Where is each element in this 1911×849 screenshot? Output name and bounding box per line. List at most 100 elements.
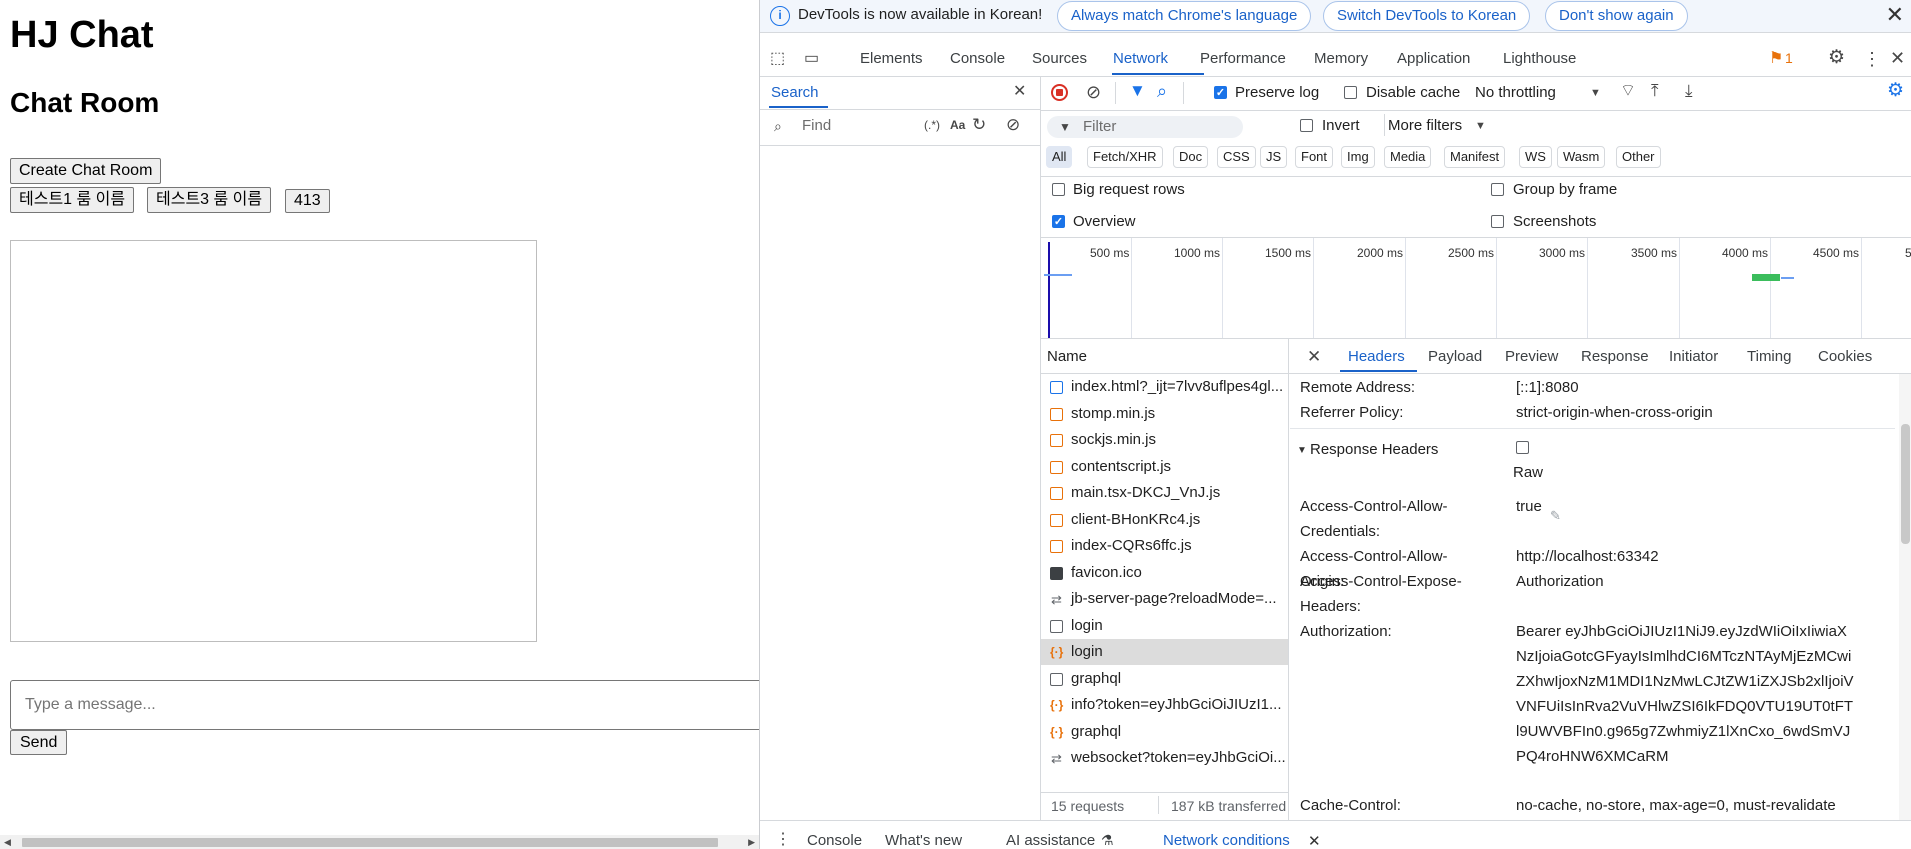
- inspect-element-icon[interactable]: ⬚: [770, 50, 785, 68]
- clear-search-icon[interactable]: ⊘: [1006, 116, 1020, 134]
- export-har-icon[interactable]: ⤓: [1685, 82, 1693, 100]
- request-row[interactable]: graphql: [1041, 666, 1288, 692]
- type-filter-css[interactable]: CSS: [1217, 146, 1256, 168]
- request-row[interactable]: {·} graphql: [1041, 719, 1288, 745]
- overview-label[interactable]: Overview: [1073, 213, 1136, 230]
- disable-cache-checkbox[interactable]: [1344, 86, 1357, 99]
- type-filter-other[interactable]: Other: [1616, 146, 1661, 168]
- room-button-2[interactable]: 테스트3 룸 이름: [147, 187, 272, 213]
- more-filters-chevron-icon[interactable]: ▼: [1475, 117, 1486, 135]
- type-filter-img[interactable]: Img: [1341, 146, 1375, 168]
- request-row[interactable]: index.html?_ijt=7lvv8uflpes4gl...: [1041, 374, 1288, 400]
- filter-funnel-icon[interactable]: ▼: [1129, 82, 1146, 100]
- regex-toggle[interactable]: (.*): [924, 118, 940, 132]
- tab-timing[interactable]: Timing: [1747, 348, 1791, 365]
- tab-application[interactable]: Application: [1397, 50, 1470, 67]
- close-drawer-tab-icon[interactable]: ✕: [1308, 832, 1321, 849]
- request-row[interactable]: contentscript.js: [1041, 454, 1288, 480]
- type-filter-ws[interactable]: WS: [1519, 146, 1552, 168]
- request-row[interactable]: index-CQRs6ffc.js: [1041, 533, 1288, 559]
- tab-memory[interactable]: Memory: [1314, 50, 1368, 67]
- network-conditions-icon[interactable]: ⌔: [1620, 82, 1636, 100]
- tab-performance[interactable]: Performance: [1200, 50, 1286, 67]
- dont-show-again-button[interactable]: Don't show again: [1545, 1, 1688, 31]
- request-row[interactable]: sockjs.min.js: [1041, 427, 1288, 453]
- settings-gear-icon[interactable]: ⚙: [1828, 48, 1845, 67]
- device-toolbar-icon[interactable]: ▭: [804, 50, 819, 68]
- close-details-icon[interactable]: ✕: [1307, 348, 1321, 366]
- tab-response[interactable]: Response: [1581, 348, 1649, 365]
- group-by-frame-label[interactable]: Group by frame: [1513, 181, 1617, 198]
- request-row[interactable]: ⇄ jb-server-page?reloadMode=...: [1041, 586, 1288, 612]
- type-filter-media[interactable]: Media: [1384, 146, 1432, 168]
- request-row[interactable]: login: [1041, 613, 1288, 639]
- filter-field[interactable]: ▼ Filter: [1047, 116, 1243, 138]
- chevron-down-icon[interactable]: ▼: [1590, 84, 1601, 102]
- search-network-icon[interactable]: ⌕: [1157, 82, 1167, 100]
- raw-label[interactable]: Raw: [1513, 464, 1543, 481]
- tab-preview[interactable]: Preview: [1505, 348, 1558, 365]
- response-headers-section[interactable]: Response Headers: [1310, 441, 1438, 458]
- overview-checkbox[interactable]: ✓: [1052, 215, 1065, 228]
- network-overview-timeline[interactable]: 500 ms 1000 ms 1500 ms 2000 ms 2500 ms 3…: [1041, 238, 1911, 338]
- group-by-frame-checkbox[interactable]: [1491, 183, 1504, 196]
- issues-flag-icon[interactable]: ⚑: [1769, 50, 1783, 68]
- scroll-right-arrow-icon[interactable]: ▶: [748, 835, 755, 849]
- request-row[interactable]: favicon.ico: [1041, 560, 1288, 586]
- scrollbar-thumb[interactable]: [22, 838, 718, 847]
- match-case-toggle[interactable]: Aa: [950, 118, 965, 132]
- edit-pencil-icon[interactable]: ✎: [1550, 508, 1561, 524]
- more-filters-dropdown[interactable]: More filters: [1388, 117, 1462, 134]
- type-filter-manifest[interactable]: Manifest: [1444, 146, 1506, 168]
- big-request-rows-label[interactable]: Big request rows: [1073, 181, 1185, 198]
- record-stop-icon[interactable]: [1051, 84, 1068, 101]
- tab-sources[interactable]: Sources: [1032, 50, 1087, 67]
- room-button-1[interactable]: 테스트1 룸 이름: [10, 187, 135, 213]
- more-options-icon[interactable]: ⋮: [1863, 50, 1881, 68]
- tab-headers[interactable]: Headers: [1348, 348, 1405, 365]
- request-row[interactable]: main.tsx-DKCJ_VnJ.js: [1041, 480, 1288, 506]
- tab-cookies[interactable]: Cookies: [1818, 348, 1872, 365]
- invert-label[interactable]: Invert: [1322, 117, 1360, 134]
- type-filter-doc[interactable]: Doc: [1173, 146, 1209, 168]
- tab-console[interactable]: Console: [950, 50, 1005, 67]
- preserve-log-checkbox[interactable]: ✓: [1214, 86, 1227, 99]
- details-scrollbar[interactable]: [1899, 374, 1911, 820]
- tab-lighthouse[interactable]: Lighthouse: [1503, 50, 1576, 67]
- throttling-select[interactable]: No throttling: [1475, 84, 1556, 101]
- request-row[interactable]: ⇄ websocket?token=eyJhbGciOi...: [1041, 745, 1288, 771]
- tab-network[interactable]: Network: [1113, 50, 1168, 67]
- send-button[interactable]: Send: [10, 730, 68, 755]
- type-filter-wasm[interactable]: Wasm: [1557, 146, 1606, 168]
- tab-payload[interactable]: Payload: [1428, 348, 1482, 365]
- big-request-rows-checkbox[interactable]: [1052, 183, 1065, 196]
- filter-input[interactable]: Filter: [1083, 118, 1116, 135]
- preserve-log-label[interactable]: Preserve log: [1235, 84, 1319, 101]
- issues-count[interactable]: 1: [1785, 50, 1793, 66]
- disable-cache-label[interactable]: Disable cache: [1366, 84, 1460, 101]
- match-chrome-language-button[interactable]: Always match Chrome's language: [1057, 1, 1312, 31]
- close-infobar-icon[interactable]: ✕: [1886, 2, 1904, 28]
- tab-elements[interactable]: Elements: [860, 50, 923, 67]
- drawer-menu-icon[interactable]: ⋮: [775, 831, 791, 849]
- close-search-icon[interactable]: ✕: [1013, 83, 1026, 101]
- find-input[interactable]: Find: [802, 117, 831, 134]
- type-filter-all[interactable]: All: [1046, 146, 1073, 168]
- type-filter-font[interactable]: Font: [1295, 146, 1334, 168]
- expand-triangle-icon[interactable]: ▼: [1297, 445, 1307, 456]
- room-button-3[interactable]: 413: [285, 189, 330, 213]
- drawer-tab-network-conditions[interactable]: Network conditions: [1163, 832, 1290, 849]
- horizontal-scrollbar[interactable]: ◀ ▶: [0, 835, 759, 849]
- switch-devtools-korean-button[interactable]: Switch DevTools to Korean: [1323, 1, 1531, 31]
- request-row[interactable]: client-BHonKRc4.js: [1041, 507, 1288, 533]
- screenshots-label[interactable]: Screenshots: [1513, 213, 1596, 230]
- invert-checkbox[interactable]: [1300, 119, 1313, 132]
- request-row[interactable]: stomp.min.js: [1041, 401, 1288, 427]
- drawer-tab-console[interactable]: Console: [807, 832, 862, 849]
- create-chat-room-button[interactable]: Create Chat Room: [10, 158, 162, 184]
- close-devtools-icon[interactable]: ✕: [1890, 49, 1905, 67]
- request-row[interactable]: {·} login: [1041, 639, 1288, 665]
- network-settings-gear-icon[interactable]: ⚙: [1887, 81, 1904, 100]
- message-input[interactable]: [10, 680, 759, 730]
- type-filter-js[interactable]: JS: [1260, 146, 1288, 168]
